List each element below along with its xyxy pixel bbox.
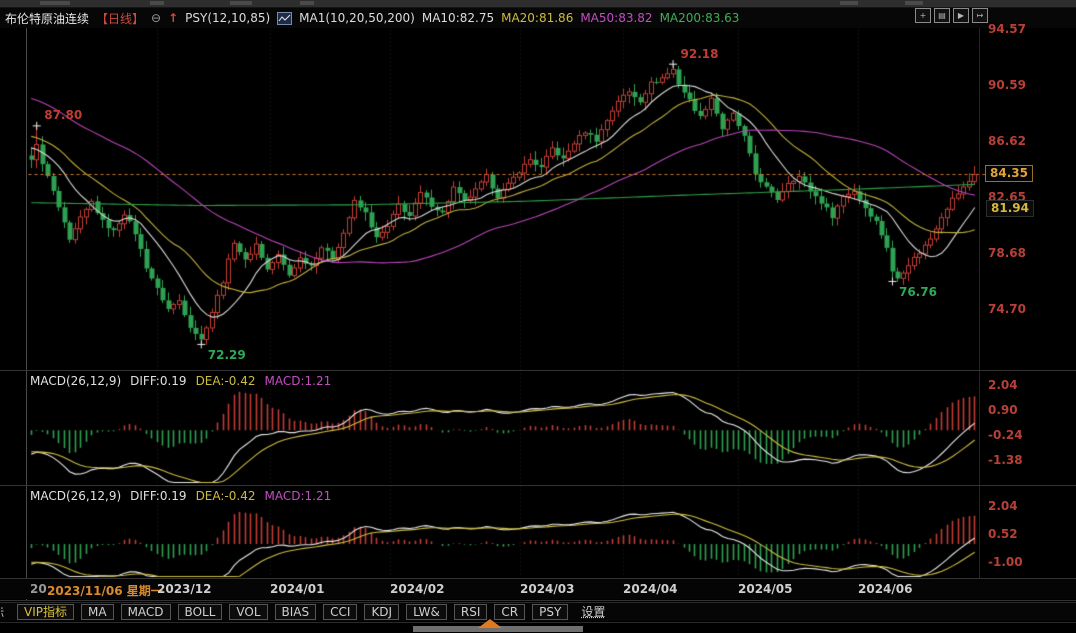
tab-BOLL[interactable]: BOLL: [177, 604, 223, 620]
macd2-axis-label: -1.00: [988, 554, 1023, 569]
macd-params-label[interactable]: MACD(26,12,9): [30, 489, 121, 503]
month-axis-label: 2024/02: [390, 582, 445, 596]
secondary-price-label: 81.94: [986, 199, 1034, 217]
macd-params-label[interactable]: MACD(26,12,9): [30, 374, 121, 388]
macd1-axis-label: 2.04: [988, 378, 1018, 392]
month-axis-label: 2024/05: [738, 582, 793, 596]
macd-panel-2-labels: MACD(26,12,9) DIFF:0.19 DEA:-0.42 MACD:1…: [30, 489, 331, 503]
scroll-position-marker[interactable]: [478, 619, 502, 628]
tab-CCI[interactable]: CCI: [323, 604, 358, 620]
current-price-label: 84.35: [985, 164, 1033, 182]
month-axis-label: 2024/06: [858, 582, 913, 596]
tab-MACD[interactable]: MACD: [120, 604, 171, 620]
month-axis-label: 2024/04: [623, 582, 678, 596]
tab-PSY[interactable]: PSY: [532, 604, 569, 620]
panel-separator[interactable]: [0, 485, 1076, 486]
dea-value-label: DEA:-0.42: [195, 489, 256, 503]
chart-canvas[interactable]: [0, 0, 1076, 601]
month-axis-label: 2024/01: [270, 582, 325, 596]
tab-CR[interactable]: CR: [494, 604, 526, 620]
tab-BIAS[interactable]: BIAS: [274, 604, 317, 620]
macd-value-label: MACD:1.21: [264, 489, 332, 503]
dea-value-label: DEA:-0.42: [195, 374, 256, 388]
tab-RSI[interactable]: RSI: [453, 604, 488, 620]
partial-date-label: 20: [30, 582, 47, 596]
bottom-scroll-area: [0, 619, 1076, 633]
price-annotation: 76.76: [898, 284, 937, 299]
month-axis-label: 2023/12: [157, 582, 212, 596]
month-axis-label: 2024/03: [520, 582, 575, 596]
highlighted-date-label: 2023/11/06 星期一: [47, 584, 163, 598]
tab-LW&[interactable]: LW&: [406, 604, 447, 620]
price-annotation: 87.80: [44, 108, 83, 123]
price-axis-label: 86.62: [988, 134, 1026, 148]
indicator-toolbar: 标 VIP指标 MA MACD BOLL VOL BIAS CCI KDJ LW&RSI CR PS…: [0, 602, 1076, 621]
macd2-axis-label: 2.04: [988, 499, 1018, 513]
trading-app-window: 布伦特原油连续 【日线】 ⊖ ↑ PSY(12,10,85) MA1(10,20…: [0, 0, 1076, 633]
tab-VOL[interactable]: VOL: [229, 604, 268, 620]
price-axis-label: 74.70: [988, 301, 1026, 316]
macd-panel-1-labels: MACD(26,12,9) DIFF:0.19 DEA:-0.42 MACD:1…: [30, 374, 331, 388]
left-axis-border: [26, 28, 27, 600]
price-axis-label: 78.68: [988, 245, 1026, 260]
tab-KDJ[interactable]: KDJ: [364, 604, 400, 620]
right-axis-border: [979, 28, 980, 578]
diff-value-label: DIFF:0.19: [130, 374, 187, 388]
price-axis-label: 94.57: [988, 22, 1026, 36]
macd2-axis-label: 0.52: [988, 526, 1018, 541]
macd1-axis-label: -0.24: [988, 428, 1023, 442]
panel-separator[interactable]: [0, 370, 1076, 371]
panel-separator: [0, 600, 1076, 601]
diff-value-label: DIFF:0.19: [130, 489, 187, 503]
price-annotation: 72.29: [207, 347, 246, 362]
date-axis: 20 2023/11/06 星期一 2023/12 2024/01 2024/02 2…: [0, 579, 1076, 599]
price-annotation: 92.18: [680, 46, 719, 61]
clipped-tab-label[interactable]: 标: [1, 604, 10, 621]
macd1-axis-label: -1.38: [988, 453, 1023, 467]
price-axis-label: 90.59: [988, 78, 1026, 93]
macd-value-label: MACD:1.21: [264, 374, 332, 388]
macd1-axis-label: 0.90: [988, 403, 1018, 417]
tab-设置[interactable]: 设置: [575, 605, 611, 619]
tab-VIP指标[interactable]: VIP指标: [17, 604, 74, 620]
tab-MA[interactable]: MA: [81, 604, 114, 620]
